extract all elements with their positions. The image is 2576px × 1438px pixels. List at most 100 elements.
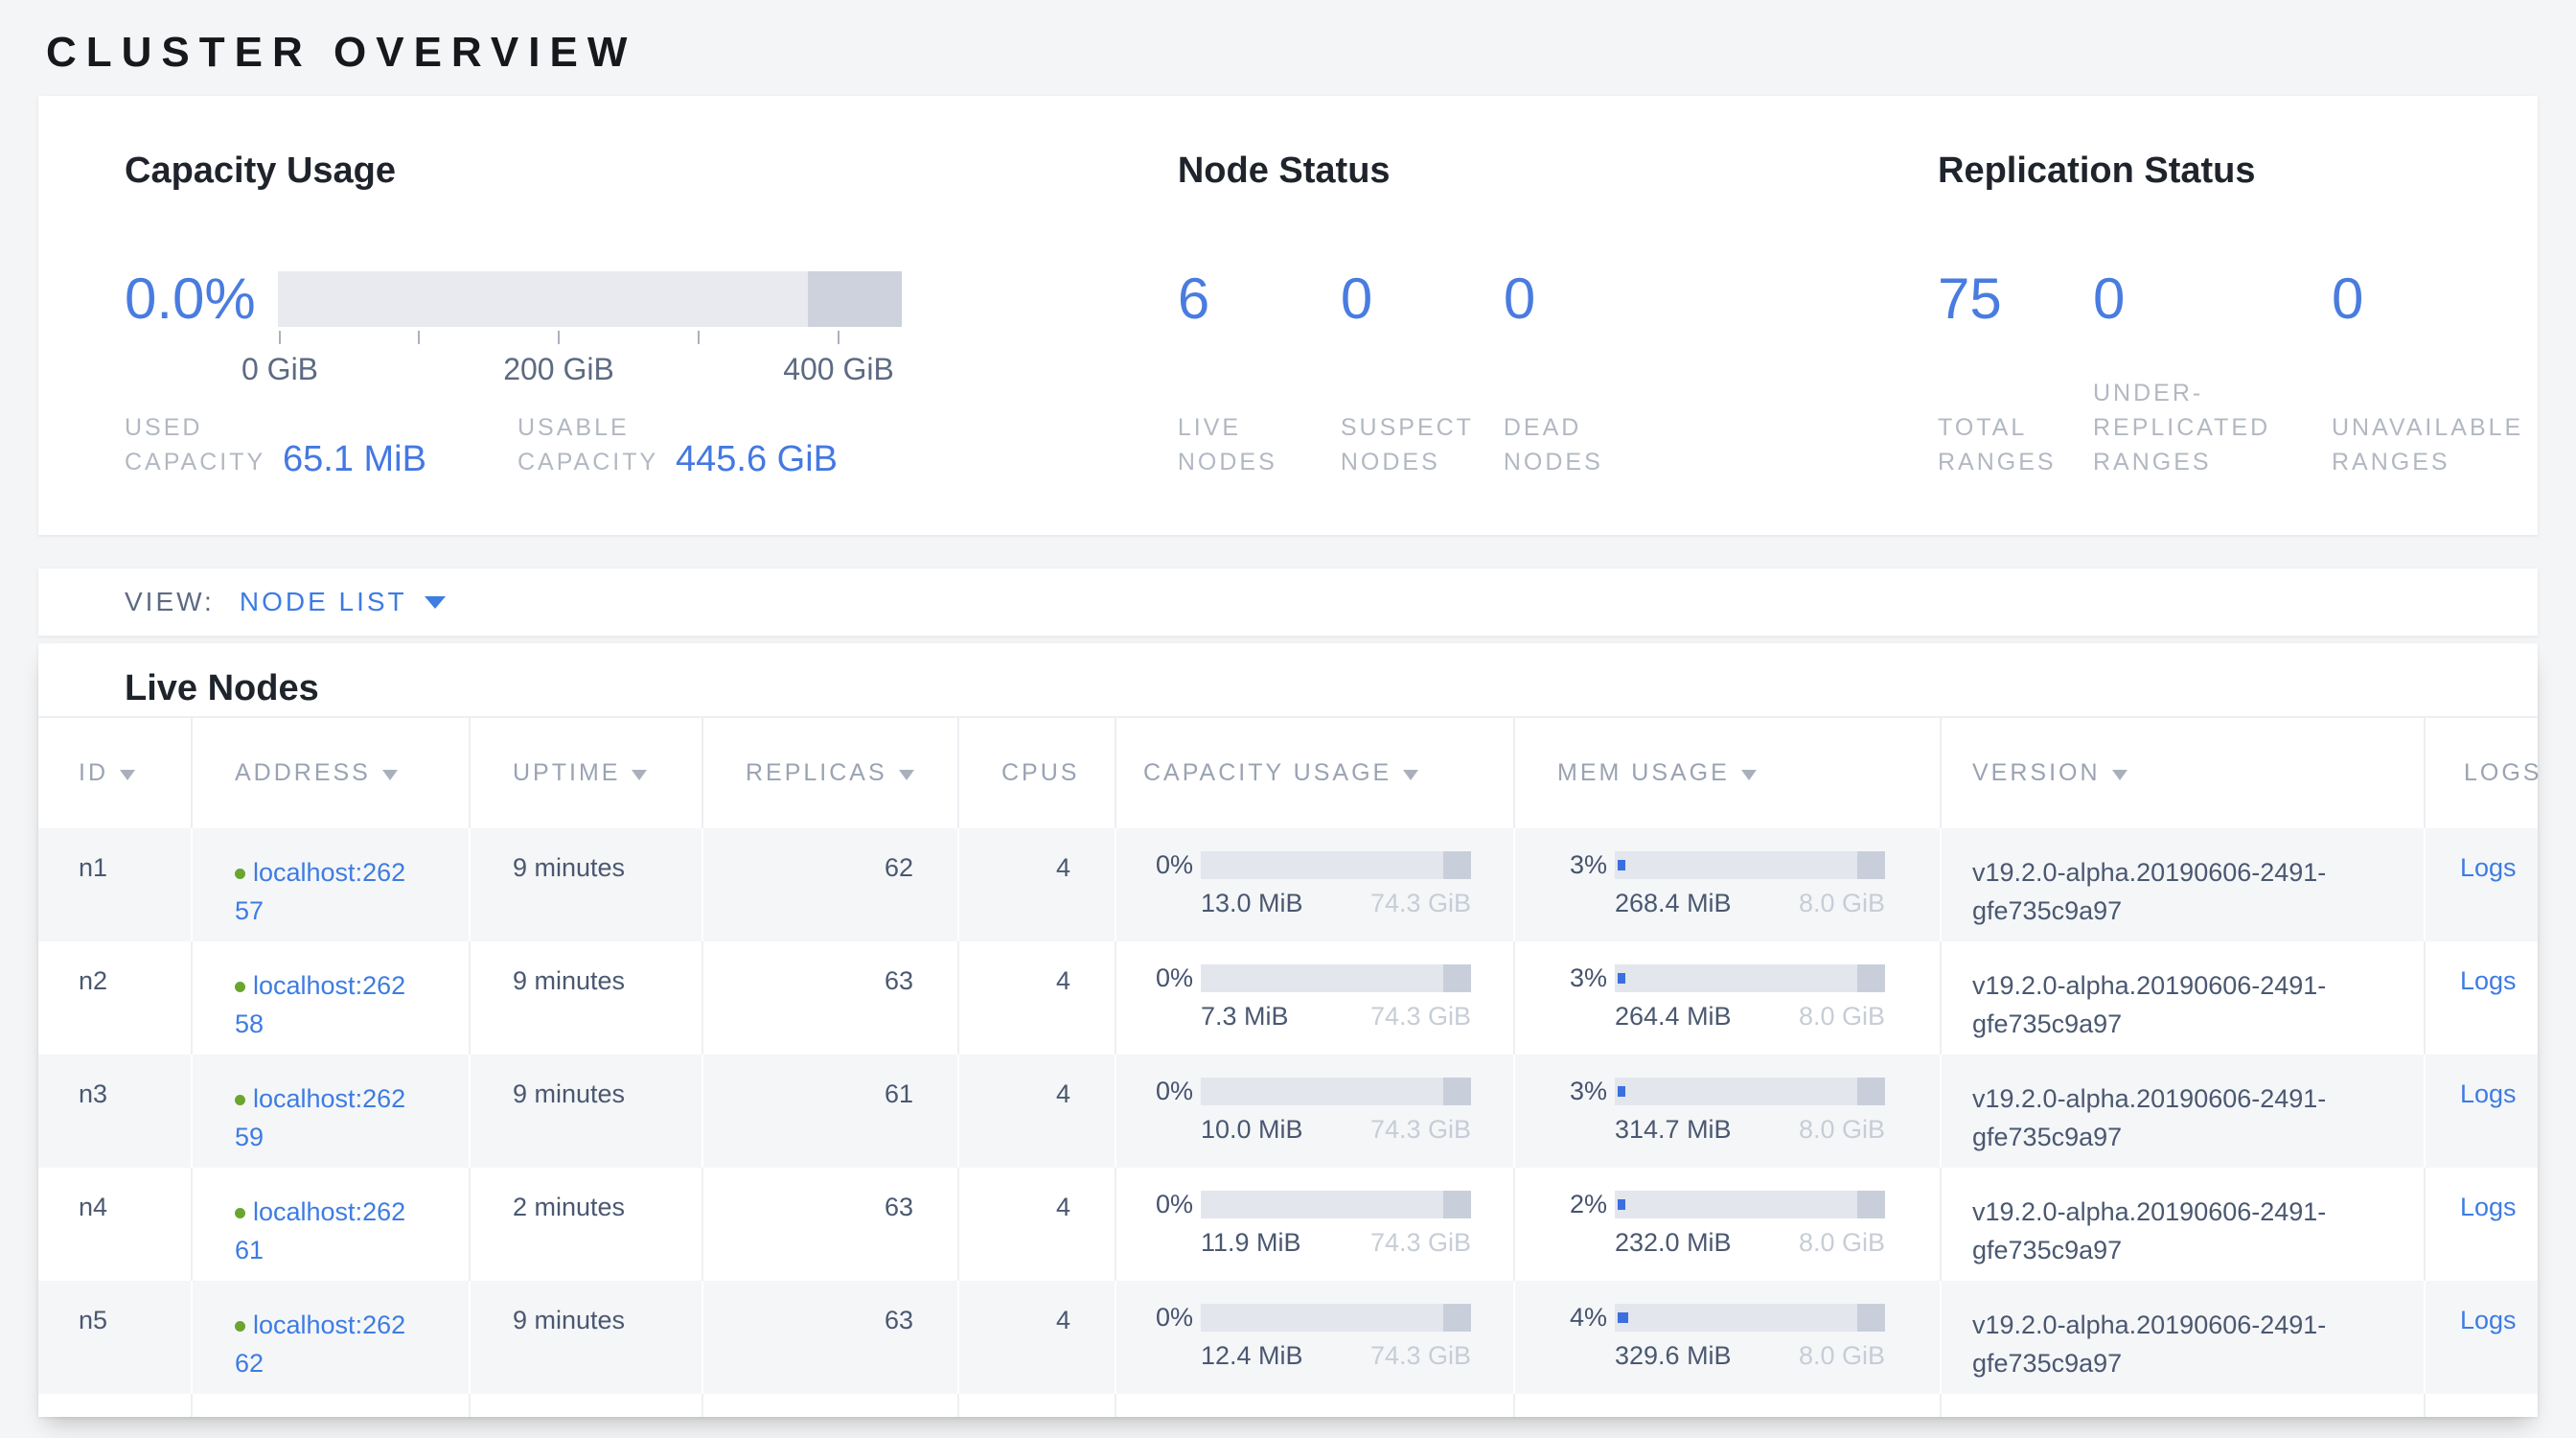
node-id-cell: n4 [38,1168,192,1281]
logs-link[interactable]: Logs [2460,853,2517,882]
node-replicas-cell: 62 [702,828,958,941]
logs-link[interactable]: Logs [2460,1306,2517,1334]
cluster-summary-panel: Capacity Usage 0.0% 0 GiB 200 GiB [38,96,2538,535]
node-live-dot-icon [235,1095,245,1105]
mem-bar-fill [1618,1086,1625,1097]
node-cpus-cell: 4 [958,828,1116,941]
capacity-bar-reserved-segment [1443,851,1471,879]
logs-link[interactable]: Logs [2460,1193,2517,1221]
node-version-cell: v19.2.0-alpha.20190606-2491-gfe735c9a97 [1941,1281,2425,1394]
unavailable-ranges-count: 0 [2332,262,2363,336]
node-live-dot-icon [235,1208,245,1218]
mem-bar-fill [1618,1312,1628,1323]
usable-capacity-label: USABLE CAPACITY [518,410,676,479]
node-capacity-usage-cell: 0% 12.4 MiB 74.3 GiB [1116,1281,1514,1394]
node-address-cell: localhost:26259 [192,1055,470,1168]
capacity-used-value: 12.4 MiB [1201,1339,1303,1372]
capacity-usage-section: Capacity Usage 0.0% 0 GiB 200 GiB [125,149,1178,479]
node-capacity-usage-cell: 0% 10.0 MiB 74.3 GiB [1116,1055,1514,1168]
table-row-partial [38,1394,2538,1417]
chevron-down-icon [425,596,446,609]
capacity-total-value: 74.3 GiB [1370,1339,1471,1372]
table-row: n3 localhost:26259 9 minutes 61 4 0% 10.… [38,1055,2538,1168]
capacity-total-value: 74.3 GiB [1370,887,1471,919]
table-row: n5 localhost:26262 9 minutes 63 4 0% 12.… [38,1281,2538,1394]
table-header-row: ID ADDRESS UPTIME REPLICAS CPUS CAPACITY… [38,717,2538,828]
replication-status-section: Replication Status 75 0 0 TOTAL RANGES U… [1938,149,2538,479]
mem-usage-bar [1615,1191,1885,1218]
suspect-nodes-label: SUSPECT NODES [1341,410,1504,479]
mem-usage-bar [1615,851,1885,879]
node-uptime-cell: 2 minutes [470,1168,702,1281]
column-header-id[interactable]: ID [38,717,192,828]
view-dropdown[interactable]: NODE LIST [240,587,446,617]
axis-tick [279,331,281,344]
node-cpus-cell: 4 [958,941,1116,1055]
node-address-link[interactable]: localhost:26262 [235,1306,413,1382]
node-uptime-cell: 9 minutes [470,941,702,1055]
sort-desc-icon [120,770,135,780]
node-cpus-cell: 4 [958,1281,1116,1394]
node-address-cell: localhost:26258 [192,941,470,1055]
mem-bar-reserved-segment [1857,964,1885,992]
table-row: n4 localhost:26261 2 minutes 63 4 0% 11.… [38,1168,2538,1281]
column-header-cpus: CPUS [958,717,1116,828]
view-label: VIEW: [125,587,215,617]
node-address-cell: localhost:26261 [192,1168,470,1281]
node-address-cell: localhost:26262 [192,1281,470,1394]
live-nodes-panel: Live Nodes ID ADDRESS UPTIME REPLICAS CP… [38,643,2538,1417]
capacity-percent: 0% [1143,1190,1193,1219]
sort-desc-icon [1403,770,1418,780]
capacity-bar-reserved-segment [1443,1304,1471,1332]
mem-used-value: 264.4 MiB [1615,1000,1732,1032]
capacity-bar-axis: 0 GiB 200 GiB 400 GiB [278,331,902,388]
axis-tick [418,331,420,344]
node-address-link[interactable]: localhost:26261 [235,1193,413,1269]
live-nodes-title: Live Nodes [125,668,2538,716]
logs-link[interactable]: Logs [2460,966,2517,995]
table-row: n1 localhost:26257 9 minutes 62 4 0% 13.… [38,828,2538,941]
sort-desc-icon [382,770,398,780]
column-header-replicas[interactable]: REPLICAS [702,717,958,828]
column-header-capacity-usage[interactable]: CAPACITY USAGE [1116,717,1514,828]
capacity-percent: 0% [1143,1077,1193,1106]
column-header-uptime[interactable]: UPTIME [470,717,702,828]
capacity-total-value: 74.3 GiB [1370,1113,1471,1146]
column-header-version[interactable]: VERSION [1941,717,2425,828]
axis-tick [838,331,840,344]
column-header-address[interactable]: ADDRESS [192,717,470,828]
logs-link[interactable]: Logs [2460,1079,2517,1108]
capacity-bar-reserved-segment [808,271,902,327]
capacity-used-value: 11.9 MiB [1201,1226,1301,1259]
node-uptime-cell: 9 minutes [470,1055,702,1168]
sort-desc-icon [632,770,647,780]
node-logs-cell: Logs [2425,941,2538,1055]
page-title: CLUSTER OVERVIEW [38,0,2538,96]
column-header-mem-usage[interactable]: MEM USAGE [1514,717,1941,828]
node-status-section: Node Status 6 0 0 LIVE NODES SUSPECT NOD… [1178,149,1938,479]
node-address-link[interactable]: localhost:26259 [235,1079,413,1156]
under-replicated-ranges-label: UNDER-REPLICATED RANGES [2093,376,2332,479]
node-cpus-cell: 4 [958,1055,1116,1168]
mem-bar-fill [1618,860,1625,870]
node-version-cell: v19.2.0-alpha.20190606-2491-gfe735c9a97 [1941,941,2425,1055]
dead-nodes-label: DEAD NODES [1504,410,1667,479]
node-uptime-cell: 9 minutes [470,1281,702,1394]
table-row: n2 localhost:26258 9 minutes 63 4 0% 7.3… [38,941,2538,1055]
node-address-link[interactable]: localhost:26258 [235,966,413,1043]
capacity-bar-reserved-segment [1443,1191,1471,1218]
capacity-bar-reserved-segment [1443,1078,1471,1105]
node-mem-usage-cell: 2% 232.0 MiB 8.0 GiB [1514,1168,1941,1281]
replication-status-title: Replication Status [1938,149,2538,193]
sort-desc-icon [2112,770,2128,780]
node-mem-usage-cell: 3% 314.7 MiB 8.0 GiB [1514,1055,1941,1168]
node-address-link[interactable]: localhost:26257 [235,853,413,930]
mem-used-value: 314.7 MiB [1615,1113,1732,1146]
usable-capacity-stat: USABLE CAPACITY 445.6 GiB [518,410,838,479]
unavailable-ranges-label: UNAVAILABLE RANGES [2332,410,2538,479]
capacity-percent: 0% [1143,1303,1193,1333]
capacity-usage-title: Capacity Usage [125,149,1178,193]
capacity-total-value: 74.3 GiB [1370,1000,1471,1032]
used-capacity-label: USED CAPACITY [125,410,283,479]
axis-tick-label: 0 GiB [242,352,318,387]
